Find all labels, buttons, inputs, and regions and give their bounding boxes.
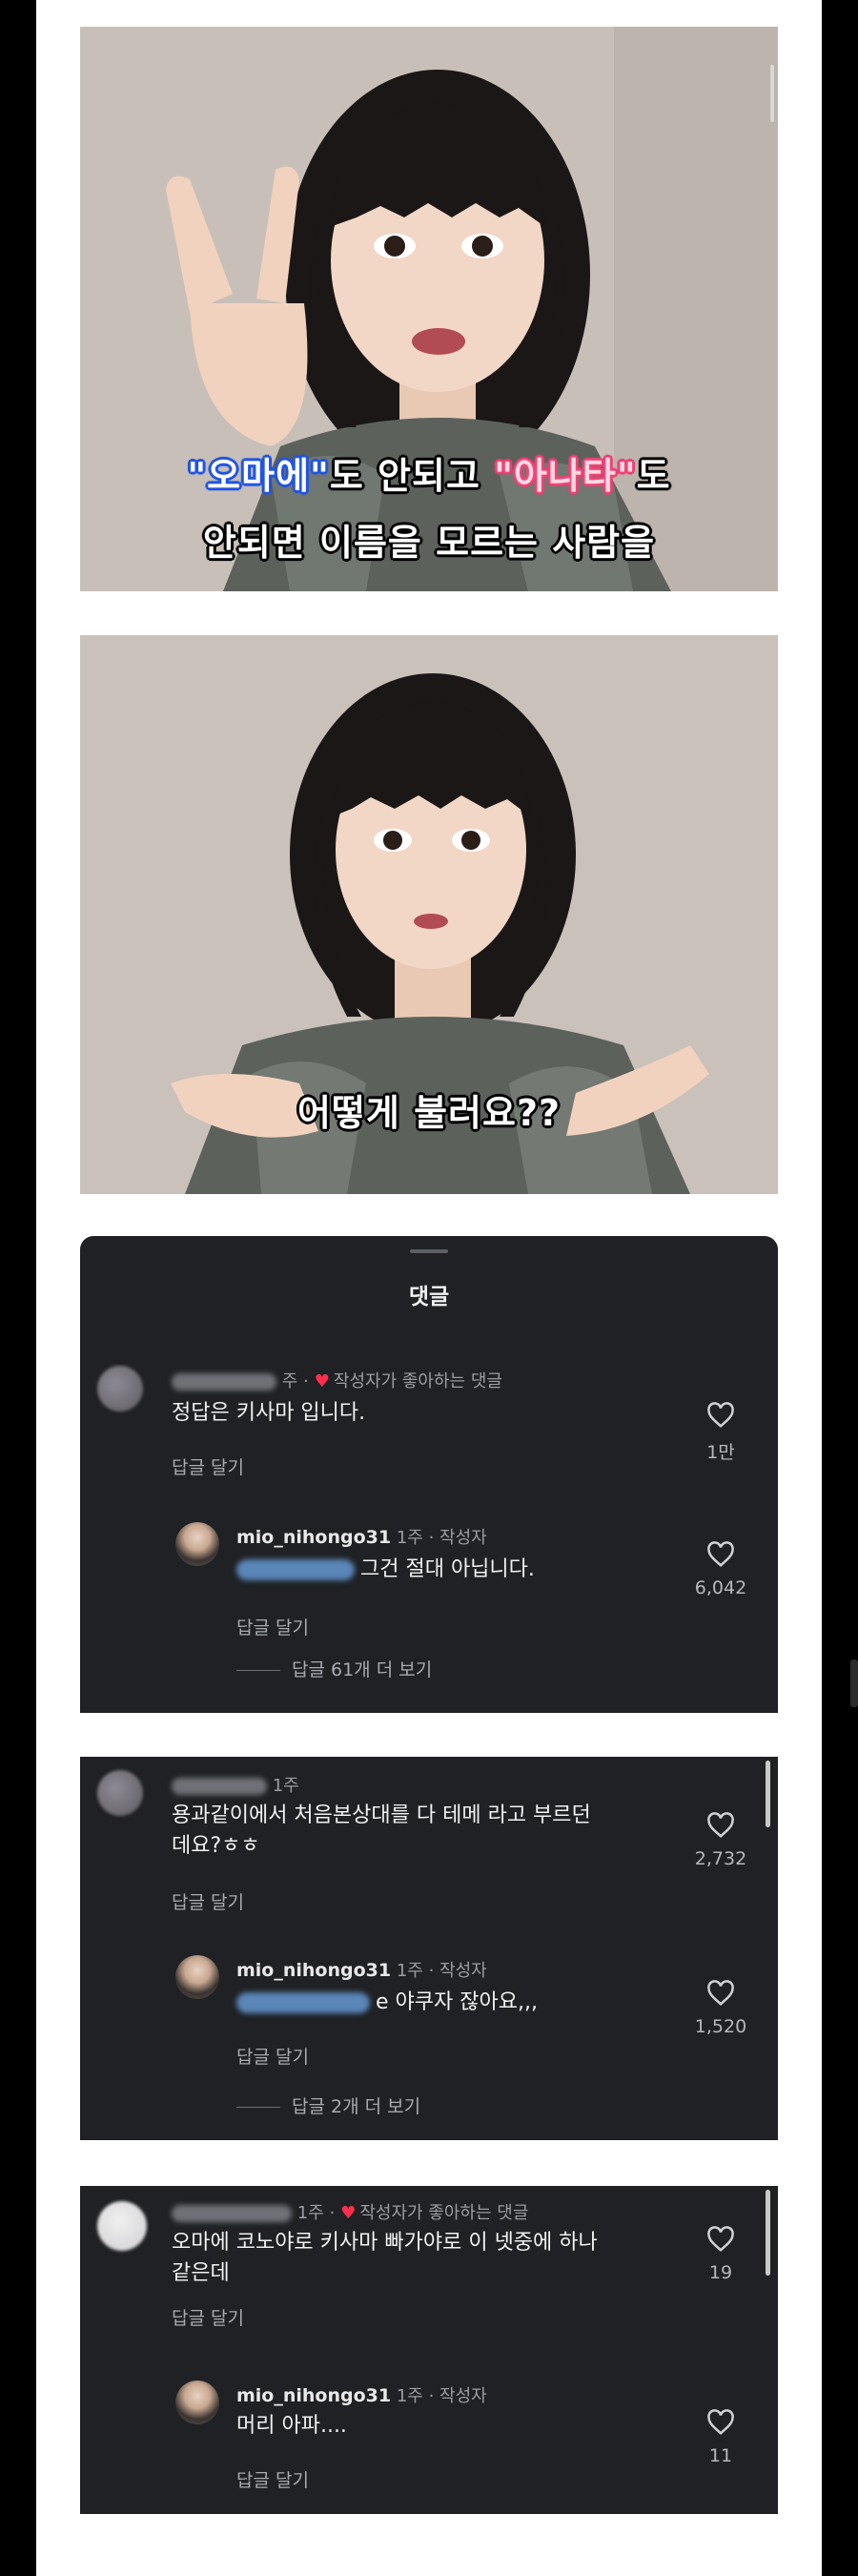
comment-meta: 1주 (172, 1772, 299, 1797)
comment-text: 용과같이에서 처음본상대를 다 테메 라고 부르던 데요?ㅎㅎ (172, 1803, 591, 1858)
reply-username[interactable]: mio_nihongo31 (236, 2385, 391, 2406)
blurred-mention[interactable] (236, 1559, 355, 1580)
sheet-drag-handle[interactable] (410, 1249, 448, 1253)
blurred-mention[interactable] (236, 1992, 370, 2013)
like-count: 6,042 (694, 1577, 747, 1598)
reply-username[interactable]: mio_nihongo31 (236, 1527, 391, 1548)
divider-line (236, 2107, 280, 2108)
like-count: 1,520 (694, 2016, 747, 2037)
comments-panel-2: 1주 용과같이에서 처음본상대를 다 테메 라고 부르던 데요?ㅎㅎ 답글 달기… (80, 1757, 778, 2140)
comments-panel-3: 1주 · ♥ 작성자가 좋아하는 댓글 오마에 코노야로 키사마 빠가야로 이 넷중… (80, 2186, 778, 2514)
frame1-subtitle-line2: 안되면 이름을 모르는 사람을 (202, 522, 656, 564)
like-button[interactable]: 1,520 (692, 1980, 749, 2037)
reply-button[interactable]: 답글 달기 (236, 1614, 309, 1639)
avatar[interactable] (175, 1955, 219, 1999)
blurred-username[interactable] (172, 2205, 292, 2222)
comment-text: 정답은 키사마 입니다. (172, 1401, 366, 1425)
like-count: 1만 (706, 1442, 735, 1463)
frame-scroll-indicator (770, 65, 774, 122)
creator-heart-icon: ♥ (340, 2203, 357, 2223)
like-count: 11 (708, 2445, 733, 2466)
like-button[interactable]: 11 (692, 2409, 749, 2466)
frame2-subtitle: 어떻게 불러요?? (296, 1092, 562, 1134)
reply-text: 머리 아파.... (236, 2414, 347, 2438)
like-button[interactable]: 6,042 (692, 1541, 749, 1598)
reply-meta: mio_nihongo31 1주 · 작성자 (236, 1960, 487, 1981)
blurred-username[interactable] (172, 1373, 276, 1391)
reply-button[interactable]: 답글 달기 (236, 2466, 309, 2492)
blurred-username[interactable] (172, 1778, 267, 1795)
like-button[interactable]: 19 (692, 2226, 749, 2283)
reply-username[interactable]: mio_nihongo31 (236, 1960, 391, 1981)
like-button[interactable]: 1만 (692, 1402, 749, 1464)
heart-outline-icon (707, 1980, 734, 2006)
heart-outline-icon (707, 1541, 734, 1567)
comment-meta: 주 · ♥ 작성자가 좋아하는 댓글 (172, 1368, 502, 1392)
comments-panel-1: 댓글 주 · ♥ 작성자가 좋아하는 댓글 정답은 키사마 입니다. 답글 달기 1… (80, 1236, 778, 1713)
person-illustration-1 (80, 27, 778, 591)
avatar[interactable] (97, 2201, 147, 2251)
heart-outline-icon (707, 1402, 734, 1428)
outer-scroll-rail[interactable] (850, 1659, 858, 1707)
heart-outline-icon (707, 2409, 734, 2435)
view-more-replies[interactable]: 답글 2개 더 보기 (236, 2092, 420, 2118)
comment-meta: 1주 · ♥ 작성자가 좋아하는 댓글 (172, 2199, 528, 2224)
reply-button[interactable]: 답글 달기 (172, 1888, 244, 1914)
reply-text: e 야쿠자 잖아요,,, (236, 1988, 538, 2018)
like-count: 19 (708, 2262, 733, 2283)
frame1-subtitle-line1: "오마에"도 안되고 "아나타"도 (187, 455, 671, 497)
comments-sheet-title: 댓글 (408, 1285, 450, 1309)
creator-heart-icon: ♥ (314, 1371, 330, 1391)
heart-outline-icon (707, 2226, 734, 2252)
heart-outline-icon (707, 1812, 734, 1838)
avatar[interactable] (97, 1366, 143, 1412)
view-more-replies[interactable]: 답글 61개 더 보기 (236, 1656, 432, 1681)
reply-button[interactable]: 답글 달기 (236, 2043, 309, 2069)
avatar[interactable] (175, 2380, 219, 2424)
video-frame-2: 어떻게 불러요?? (80, 635, 778, 1194)
reply-meta: mio_nihongo31 1주 · 작성자 (236, 2385, 487, 2406)
reply-text: 그건 절대 아닙니다. (236, 1555, 535, 1585)
page-column: "오마에"도 안되고 "아나타"도 안되면 이름을 모르는 사람을 어떻게 불러… (36, 0, 822, 2576)
like-button[interactable]: 2,732 (692, 1812, 749, 1869)
avatar[interactable] (175, 1522, 219, 1566)
reply-button[interactable]: 답글 달기 (172, 2304, 244, 2330)
scrollbar[interactable] (766, 1761, 770, 1827)
scrollbar[interactable] (766, 2190, 770, 2276)
like-count: 2,732 (694, 1848, 747, 1869)
reply-button[interactable]: 답글 달기 (172, 1453, 244, 1479)
video-frame-1: "오마에"도 안되고 "아나타"도 안되면 이름을 모르는 사람을 (80, 27, 778, 591)
reply-meta: mio_nihongo31 1주 · 작성자 (236, 1527, 487, 1548)
divider-line (236, 1670, 280, 1671)
comment-text: 오마에 코노야로 키사마 빠가야로 이 넷중에 하나 같은데 (172, 2231, 598, 2285)
avatar[interactable] (97, 1770, 143, 1816)
